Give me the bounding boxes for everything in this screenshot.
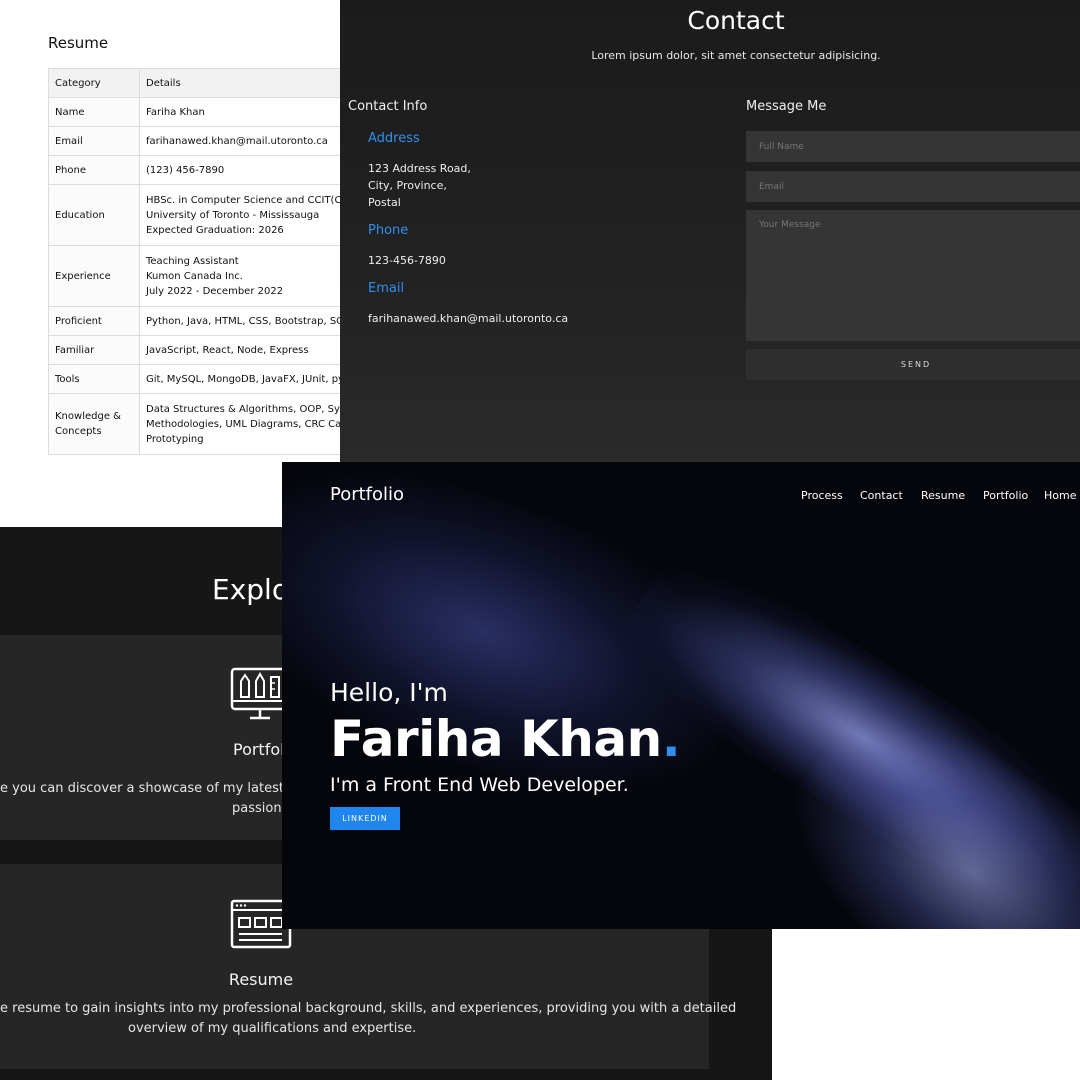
details-line: Git, MySQL, MongoDB, JavaFX, JUnit, pyte: [146, 373, 340, 385]
details-line: Kumon Canada Inc.: [146, 270, 243, 282]
details-cell: Data Structures & Algorithms, OOP, Syste…: [139, 393, 340, 455]
brand-logo[interactable]: Portfolio: [330, 484, 404, 505]
category-cell: Education: [48, 184, 140, 246]
hero-name-dot: .: [661, 710, 681, 768]
resume-card-title: Resume: [228, 970, 294, 989]
category-cell: Tools: [48, 364, 140, 394]
table-row: Knowledge & Concepts Data Structures & Al…: [48, 393, 340, 455]
details-line: JavaScript, React, Node, Express: [146, 344, 309, 356]
contact-title: Contact: [687, 6, 785, 35]
email-value: farihanawed.khan@mail.utoronto.ca: [368, 312, 569, 325]
nav-link-portfolio[interactable]: Portfolio: [983, 489, 1028, 502]
phone-label: Phone: [368, 223, 409, 238]
details-cell: HBSc. in Computer Science and CCIT(Co Uni…: [139, 184, 340, 246]
explore-title: Explo: [212, 573, 289, 606]
category-cell: Name: [48, 97, 140, 127]
details-cell: (123) 456-7890: [139, 155, 340, 185]
resume-card-desc: e resume to gain insights into my profes…: [0, 999, 736, 1039]
table-row: Education HBSc. in Computer Science and C…: [48, 184, 340, 246]
hero-role: I'm a Front End Web Developer.: [330, 774, 629, 796]
resume-table: Category Details Name Fariha Khan Email far…: [48, 68, 340, 455]
linkedin-button[interactable]: LINKEDIN: [330, 807, 400, 830]
table-header-row: Category Details: [48, 68, 340, 98]
contact-panel: Contact Lorem ipsum dolor, sit amet cons…: [340, 0, 1080, 462]
header-details: Details: [139, 68, 340, 98]
message-textarea[interactable]: [746, 210, 1080, 341]
address-line: Postal: [368, 196, 401, 209]
hero-name-text: Fariha Khan: [330, 710, 662, 768]
details-cell: Fariha Khan: [139, 97, 340, 127]
resume-panel: Resume Category Details Name Fariha Khan E…: [0, 0, 340, 462]
table-row: Familiar JavaScript, React, Node, Express: [48, 335, 340, 365]
nav-link-contact[interactable]: Contact: [860, 489, 903, 502]
details-line: Expected Graduation: 2026: [146, 224, 284, 236]
table-row: Email farihanawed.khan@mail.utoronto.ca: [48, 126, 340, 156]
nav-link-home[interactable]: Home: [1044, 489, 1076, 502]
address-line: City, Province,: [368, 179, 447, 192]
details-cell: Teaching Assistant Kumon Canada Inc. July …: [139, 245, 340, 307]
category-cell: Familiar: [48, 335, 140, 365]
details-line: Data Structures & Algorithms, OOP, Syste: [146, 403, 340, 415]
contact-info-heading: Contact Info: [348, 99, 428, 114]
details-cell: Git, MySQL, MongoDB, JavaFX, JUnit, pyte: [139, 364, 340, 394]
hero-panel: Portfolio Process Contact Resume Portfol…: [282, 462, 1080, 929]
category-cell: Email: [48, 126, 140, 156]
send-button[interactable]: SEND: [746, 349, 1080, 380]
resume-table-body: Name Fariha Khan Email farihanawed.khan@mai…: [48, 97, 340, 455]
hero-name: Fariha Khan.: [330, 710, 681, 768]
details-cell: JavaScript, React, Node, Express: [139, 335, 340, 365]
email-input[interactable]: [746, 171, 1080, 202]
category-cell: Knowledge & Concepts: [48, 393, 140, 455]
table-row: Proficient Python, Java, HTML, CSS, Boots…: [48, 306, 340, 336]
details-line: Prototyping: [146, 433, 204, 445]
resume-title: Resume: [48, 34, 109, 52]
nav-link-process[interactable]: Process: [801, 489, 843, 502]
category-cell: Phone: [48, 155, 140, 185]
hero-greeting: Hello, I'm: [330, 678, 448, 707]
details-line: farihanawed.khan@mail.utoronto.ca: [146, 135, 328, 147]
details-line: July 2022 - December 2022: [146, 285, 284, 297]
address-label: Address: [368, 131, 420, 146]
category-cell: Proficient: [48, 306, 140, 336]
table-row: Name Fariha Khan: [48, 97, 340, 127]
phone-value: 123-456-7890: [368, 254, 446, 267]
details-line: Python, Java, HTML, CSS, Bootstrap, SQL,…: [146, 315, 340, 327]
email-label: Email: [368, 281, 405, 296]
details-line: Teaching Assistant: [146, 255, 239, 267]
portfolio-card-desc: e you can discover a showcase of my late…: [0, 779, 309, 819]
contact-subtitle: Lorem ipsum dolor, sit amet consectetur …: [591, 49, 881, 62]
details-cell: farihanawed.khan@mail.utoronto.ca: [139, 126, 340, 156]
desc-line: passion: [232, 801, 282, 816]
table-row: Phone (123) 456-7890: [48, 155, 340, 185]
desc-line: e you can discover a showcase of my late…: [0, 781, 310, 796]
details-line: University of Toronto - Mississauga: [146, 209, 320, 221]
address-line: 123 Address Road,: [368, 162, 471, 175]
table-row: Experience Teaching Assistant Kumon Canada…: [48, 245, 340, 307]
full-name-input[interactable]: [746, 131, 1080, 162]
message-me-heading: Message Me: [746, 99, 827, 114]
category-cell: Experience: [48, 245, 140, 307]
desc-line: e resume to gain insights into my profes…: [0, 1001, 737, 1016]
details-line: (123) 456-7890: [146, 164, 225, 176]
desc-line: overview of my qualifications and expert…: [128, 1021, 417, 1036]
details-line: Fariha Khan: [146, 106, 205, 118]
table-row: Tools Git, MySQL, MongoDB, JavaFX, JUnit,…: [48, 364, 340, 394]
details-line: HBSc. in Computer Science and CCIT(Co: [146, 194, 340, 206]
details-line: Methodologies, UML Diagrams, CRC Card: [146, 418, 340, 430]
nav-link-resume[interactable]: Resume: [921, 489, 965, 502]
header-category: Category: [48, 68, 140, 98]
address-value: 123 Address Road, City, Province, Postal: [368, 160, 471, 211]
details-cell: Python, Java, HTML, CSS, Bootstrap, SQL,…: [139, 306, 340, 336]
